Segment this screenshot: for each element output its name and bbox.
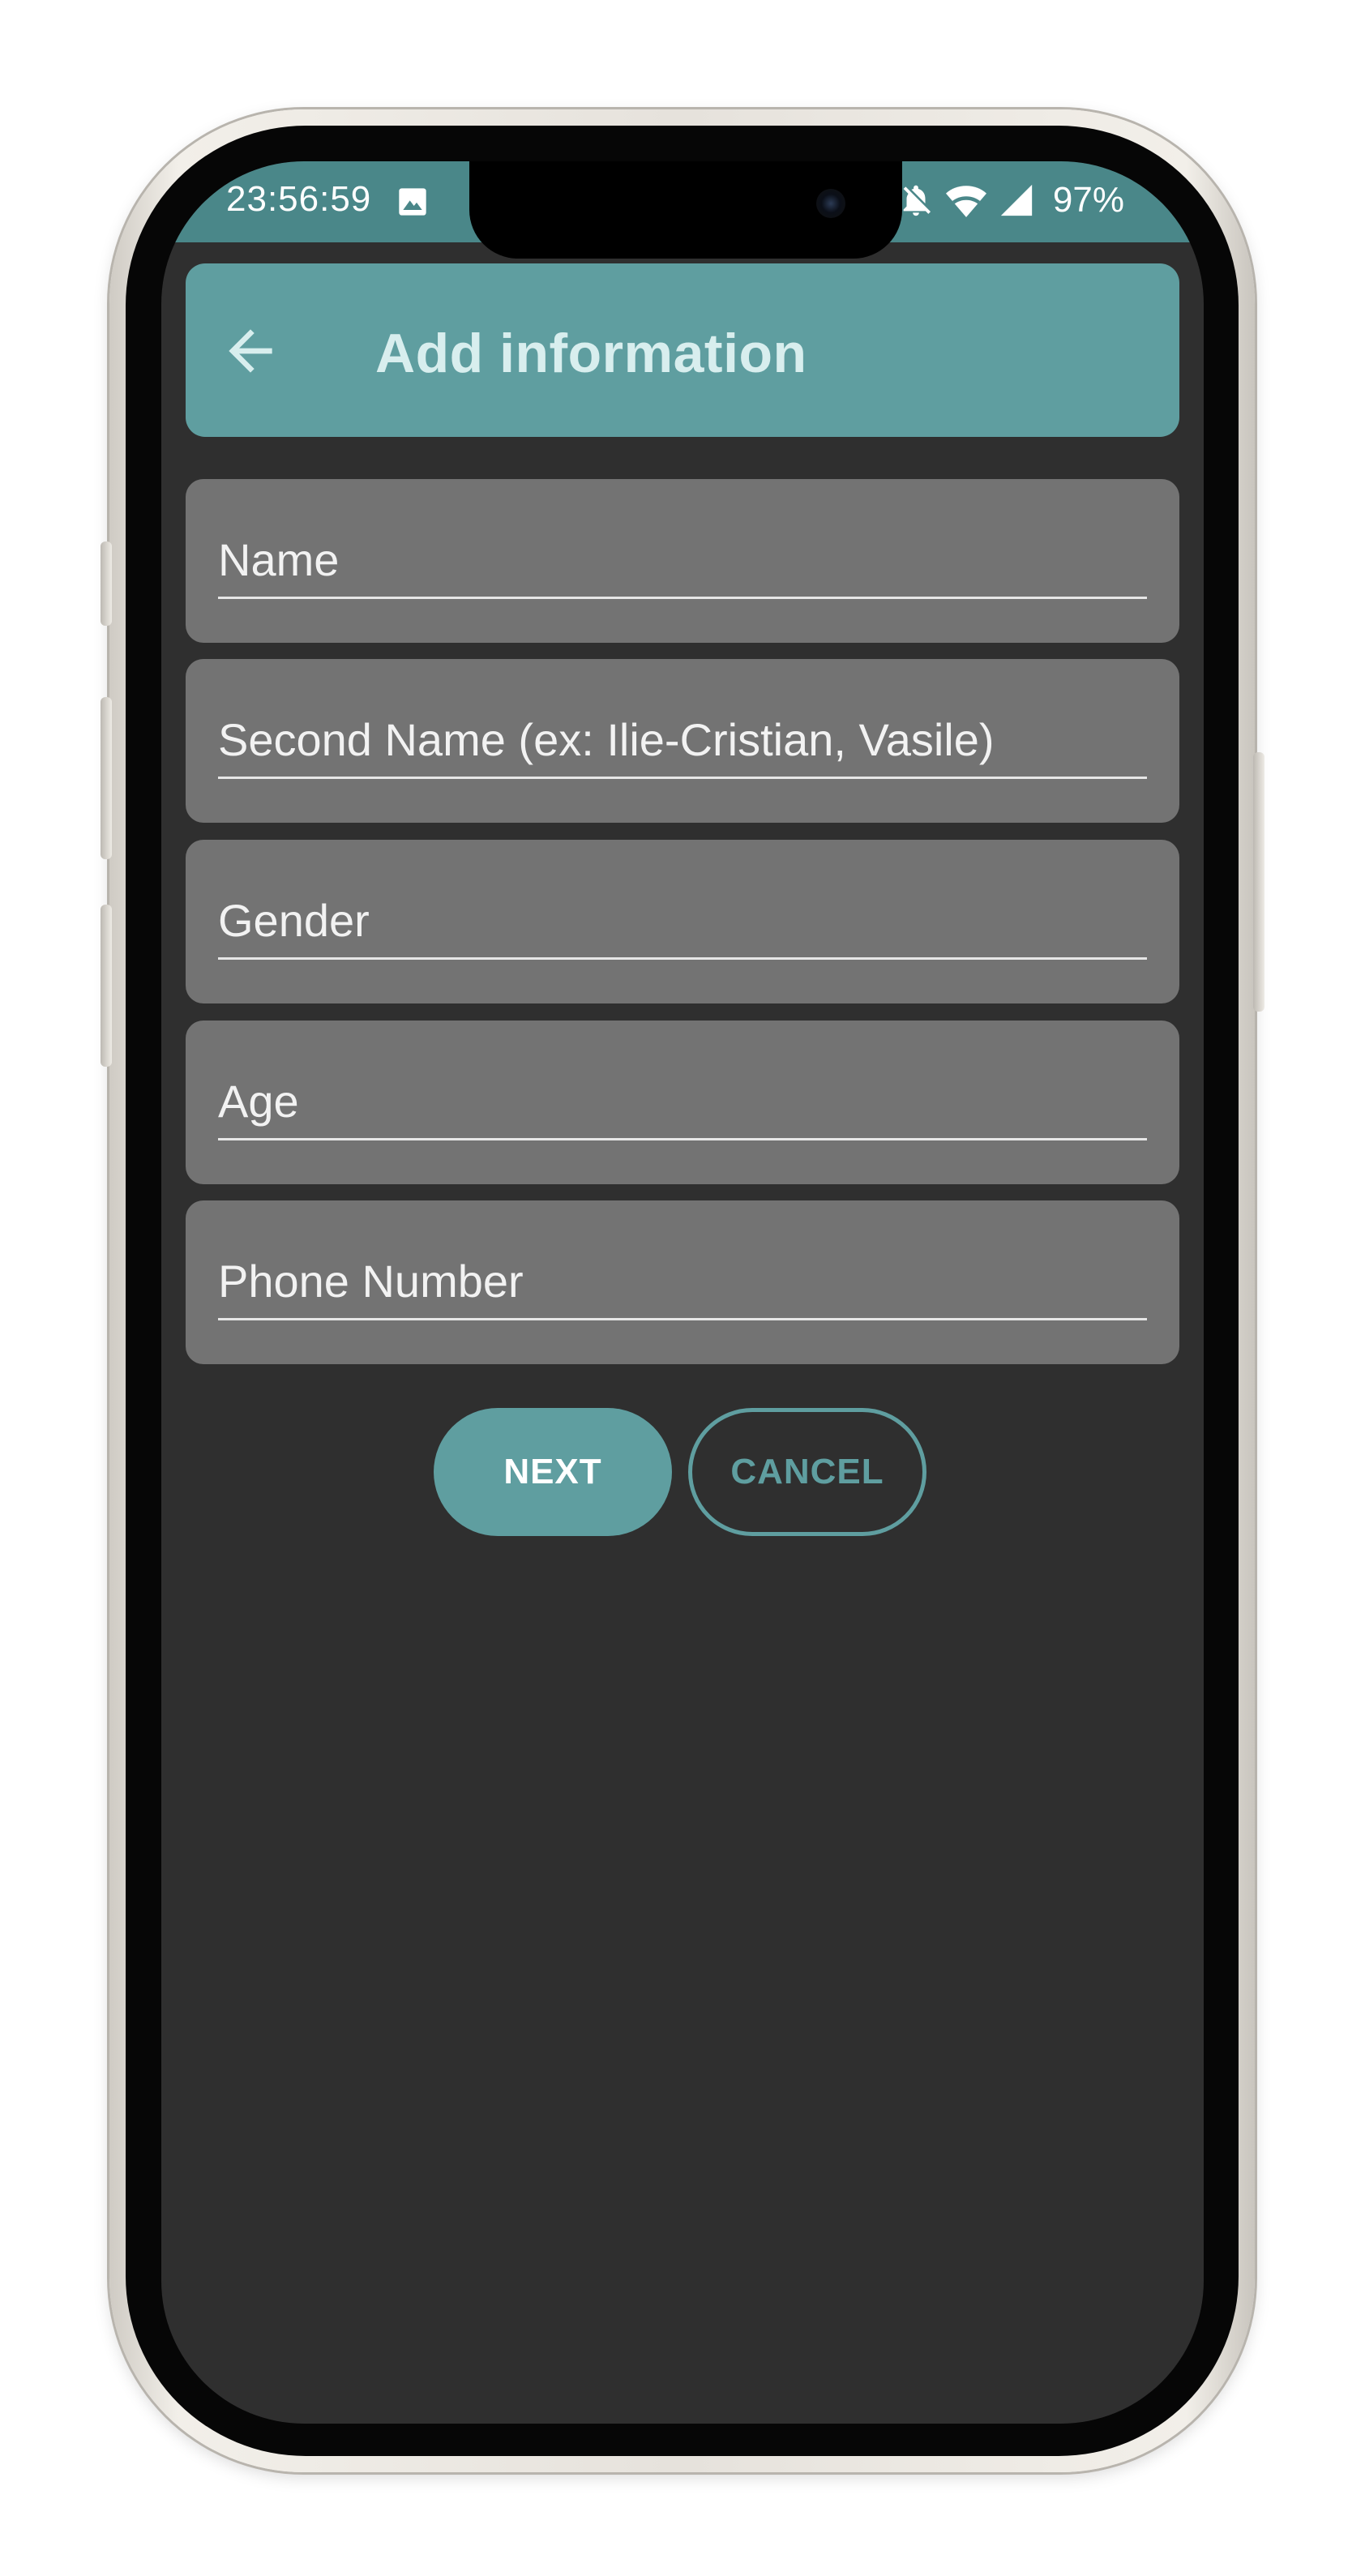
phone-power-button bbox=[1253, 752, 1264, 1012]
age-field-container bbox=[186, 1021, 1179, 1184]
phone-volume-up-button bbox=[101, 697, 112, 859]
phone-number-field-container bbox=[186, 1200, 1179, 1364]
battery-percentage: 97% bbox=[1052, 180, 1124, 220]
phone-action-button bbox=[101, 541, 112, 626]
camera-notch bbox=[469, 161, 902, 259]
name-field[interactable] bbox=[218, 528, 1147, 599]
status-time: 23:56:59 bbox=[226, 179, 372, 219]
arrow-left-icon bbox=[218, 319, 283, 387]
page-title: Add information bbox=[375, 323, 807, 384]
gender-field-container bbox=[186, 840, 1179, 1003]
name-field-container bbox=[186, 479, 1179, 643]
bell-muted-icon bbox=[897, 182, 935, 219]
second-name-field-container bbox=[186, 659, 1179, 823]
next-button[interactable]: NEXT bbox=[434, 1408, 672, 1536]
gallery-icon bbox=[396, 186, 429, 218]
cancel-button[interactable]: CANCEL bbox=[688, 1408, 926, 1536]
signal-icon bbox=[998, 182, 1035, 219]
second-name-field[interactable] bbox=[218, 708, 1147, 779]
back-button[interactable] bbox=[210, 312, 291, 393]
wifi-icon bbox=[945, 182, 986, 219]
status-icons: 97% bbox=[897, 178, 1124, 223]
app-bar: Add information bbox=[186, 263, 1179, 437]
front-camera bbox=[816, 189, 845, 218]
phone-number-field[interactable] bbox=[218, 1249, 1147, 1320]
phone-volume-down-button bbox=[101, 905, 112, 1067]
gender-field[interactable] bbox=[218, 888, 1147, 960]
age-field[interactable] bbox=[218, 1069, 1147, 1140]
screen: 23:56:59 97% Add information Name Second… bbox=[161, 161, 1204, 2424]
